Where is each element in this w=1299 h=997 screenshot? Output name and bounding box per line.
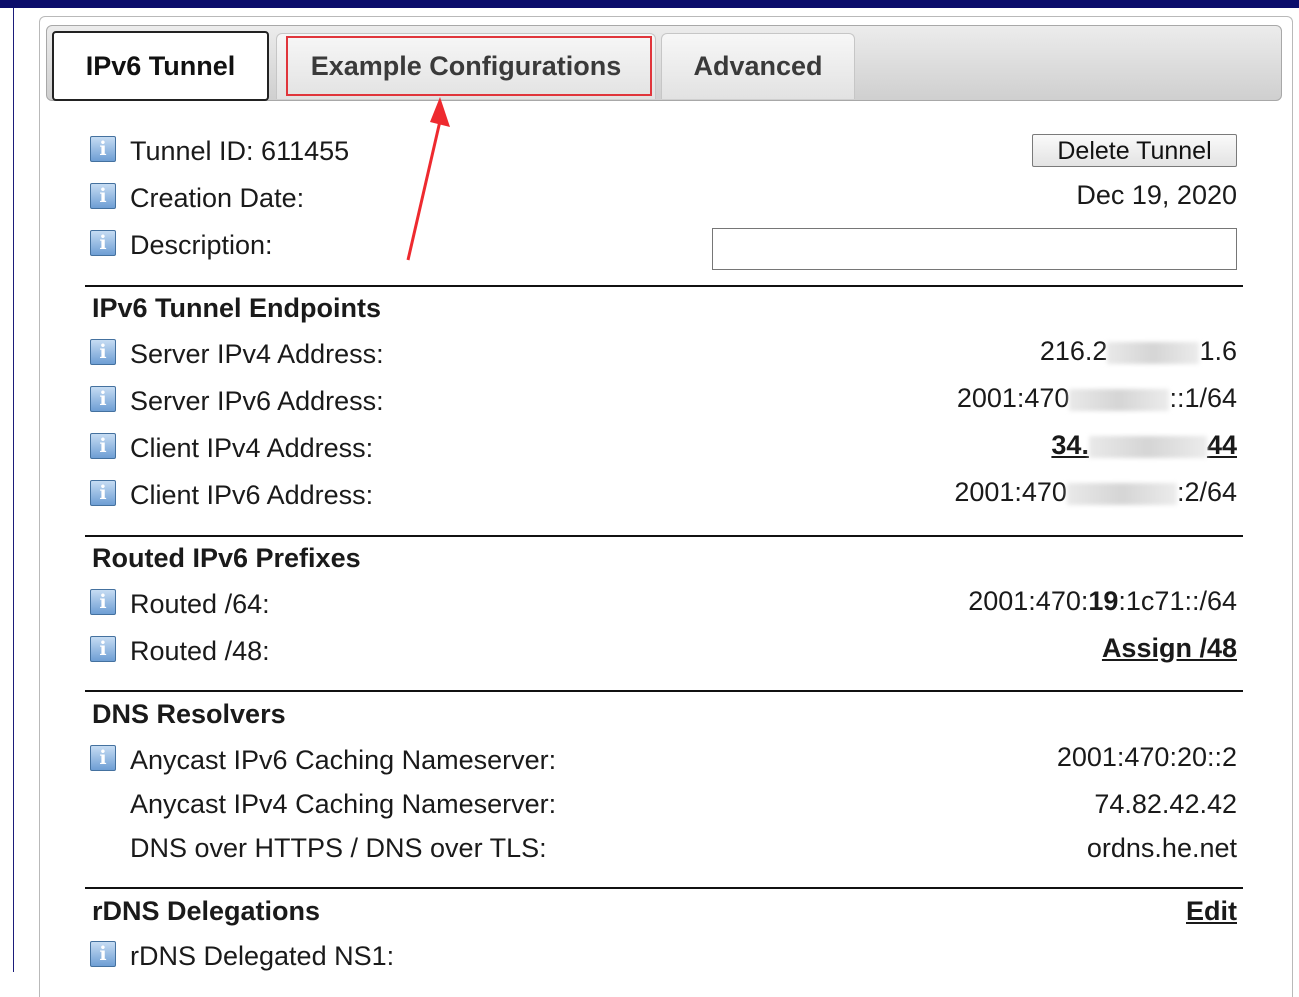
redacted-blur xyxy=(1069,388,1170,411)
section-title-endpoints: IPv6 Tunnel Endpoints xyxy=(92,293,382,323)
dns-ipv6-row: i Anycast IPv6 Caching Nameserver: 2001:… xyxy=(90,742,1237,785)
info-icon[interactable]: i xyxy=(90,339,116,365)
dns-ipv4-row: Anycast IPv4 Caching Nameserver: 74.82.4… xyxy=(90,789,1237,829)
assign-48-link[interactable]: Assign /48 xyxy=(1102,633,1237,664)
rdns-ns1-label: rDNS Delegated NS1: xyxy=(130,941,395,971)
description-input[interactable] xyxy=(712,228,1237,270)
tab-highlight-box xyxy=(286,36,652,96)
routed-64-row: i Routed /64: 2001:470:19:1c71::/64 xyxy=(90,586,1237,629)
server-ipv4-value: 216.2 1.6 xyxy=(1039,336,1237,366)
info-icon[interactable]: i xyxy=(90,183,116,209)
info-icon[interactable]: i xyxy=(90,480,116,506)
redacted-blur xyxy=(1088,435,1207,458)
creation-date-value: Dec 19, 2020 xyxy=(1076,180,1237,210)
dns-ipv6-label: Anycast IPv6 Caching Nameserver: xyxy=(130,745,557,775)
routed-48-row: i Routed /48: Assign /48 xyxy=(90,633,1237,676)
info-icon[interactable]: i xyxy=(90,941,116,967)
client-ipv4-row: i Client IPv4 Address: 34. 44 xyxy=(90,430,1237,473)
tab-advanced[interactable]: Advanced xyxy=(661,33,855,99)
server-ipv6-label: Server IPv6 Address: xyxy=(130,386,384,416)
client-ipv6-label: Client IPv6 Address: xyxy=(130,480,374,510)
routed-64-value: 2001:470:19:1c71::/64 xyxy=(968,586,1237,616)
info-icon[interactable]: i xyxy=(90,230,116,256)
rdns-ns1-row: i rDNS Delegated NS1: xyxy=(90,941,1237,981)
info-icon[interactable]: i xyxy=(90,386,116,412)
tunnel-id-label: Tunnel ID: 611455 xyxy=(130,136,350,166)
info-icon[interactable]: i xyxy=(90,136,116,162)
info-icon[interactable]: i xyxy=(90,636,116,662)
creation-date-label: Creation Date: xyxy=(130,183,305,213)
redacted-blur xyxy=(1066,482,1177,505)
server-ipv4-label: Server IPv4 Address: xyxy=(130,339,384,369)
client-ipv6-value: 2001:470:2/64 xyxy=(954,477,1237,507)
divider xyxy=(85,535,1243,537)
dns-doh-label: DNS over HTTPS / DNS over TLS: xyxy=(130,833,547,863)
redacted-blur xyxy=(1107,341,1200,364)
dns-doh-row: DNS over HTTPS / DNS over TLS: ordns.he.… xyxy=(90,833,1237,873)
dns-ipv4-value: 74.82.42.42 xyxy=(1094,789,1237,819)
dns-doh-value: ordns.he.net xyxy=(1086,833,1237,863)
dns-ipv6-value: 2001:470:20::2 xyxy=(1056,742,1237,772)
info-icon[interactable]: i xyxy=(90,745,116,771)
server-ipv4-row: i Server IPv4 Address: 216.2 1.6 xyxy=(90,336,1237,379)
creation-date-row: i Creation Date: Dec 19, 2020 xyxy=(90,180,1237,223)
info-icon[interactable]: i xyxy=(90,433,116,459)
rdns-edit-link[interactable]: Edit xyxy=(1186,896,1237,927)
left-border xyxy=(13,8,14,972)
routed-48-label: Routed /48: xyxy=(130,636,270,666)
delete-tunnel-button[interactable]: Delete Tunnel xyxy=(1032,134,1237,167)
divider xyxy=(85,887,1243,889)
divider xyxy=(85,690,1243,692)
dns-ipv4-label: Anycast IPv4 Caching Nameserver: xyxy=(130,789,557,819)
tunnel-id-row: i Tunnel ID: 611455 Delete Tunnel xyxy=(90,134,1237,176)
server-ipv6-row: i Server IPv6 Address: 2001:470::1/64 xyxy=(90,383,1237,426)
info-icon[interactable]: i xyxy=(90,589,116,615)
section-title-rdns: rDNS Delegations xyxy=(92,896,321,926)
description-label: Description: xyxy=(130,230,273,260)
client-ipv4-link[interactable]: 34. 44 xyxy=(1051,430,1237,461)
routed-64-label: Routed /64: xyxy=(130,589,270,619)
top-bar xyxy=(0,0,1299,8)
client-ipv4-label: Client IPv4 Address: xyxy=(130,433,374,463)
server-ipv6-value: 2001:470::1/64 xyxy=(956,383,1237,413)
divider xyxy=(85,285,1243,287)
section-title-routed: Routed IPv6 Prefixes xyxy=(92,543,361,573)
section-title-dns: DNS Resolvers xyxy=(92,699,286,729)
tab-ipv6-tunnel[interactable]: IPv6 Tunnel xyxy=(52,31,269,101)
client-ipv6-row: i Client IPv6 Address: 2001:470:2/64 xyxy=(90,477,1237,520)
